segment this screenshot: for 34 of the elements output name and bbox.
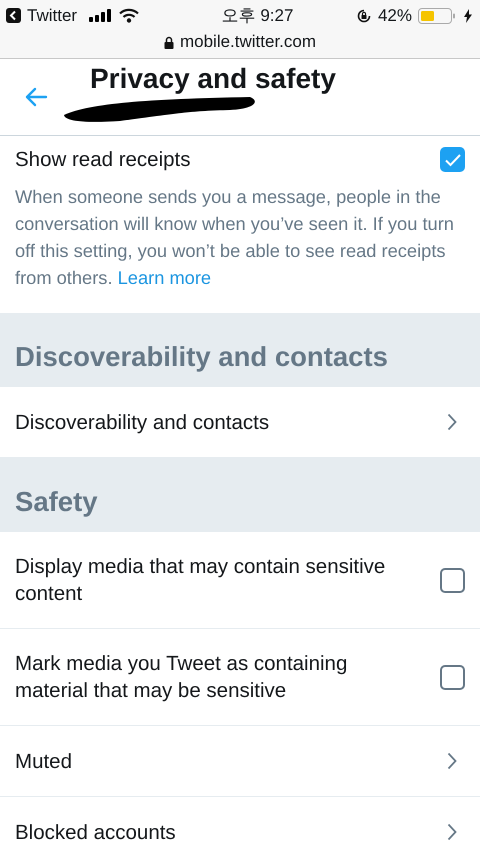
chevron-right-icon [447,413,457,431]
settings-row[interactable]: Mark media you Tweet as containing material that may be sensitive [0,629,480,726]
battery-percent: 42% [378,6,412,26]
setting-description: When someone sends you a message, people in the conversation will know when you’ve seen it. If you turn off this setting, you won’t be able to see read receipts from others. Learn more [15,185,455,290]
setting-label: Blocked accounts [15,820,176,846]
checkbox[interactable] [440,664,465,690]
back-app-icon[interactable] [6,8,21,23]
checkbox[interactable] [440,568,465,592]
setting-label: Mark media you Tweet as containing material that may be sensitive [15,651,348,704]
settings-row[interactable]: Display media that may contain sensitive content [0,532,480,629]
wifi-icon [119,8,140,23]
lock-icon [164,36,174,48]
back-arrow-icon[interactable] [24,87,48,107]
checkbox[interactable] [440,147,465,172]
checkmark-icon [444,152,462,166]
address-url[interactable]: mobile.twitter.com [180,32,316,52]
setting-label: Muted [15,748,72,774]
page-title: Privacy and safety [90,63,336,95]
charging-icon [464,8,472,22]
chevron-right-icon [447,752,457,770]
section-title: Discoverability and contacts [15,341,388,373]
rotation-lock-icon [356,8,372,24]
chevron-right-icon [447,823,457,841]
signal-icon [89,9,114,22]
section-title: Safety [15,486,98,518]
battery-icon [418,8,458,24]
setting-label: Discoverability and contacts [15,410,270,436]
back-app-label[interactable]: Twitter [27,6,78,26]
settings-row[interactable]: Muted [0,726,480,797]
setting-label: Display media that may contain sensitive content [15,554,386,607]
settings-row[interactable]: Discoverability and contacts [0,387,480,458]
settings-row[interactable]: Blocked accounts [0,797,480,852]
clock-time: 오후 9:27 [222,5,294,27]
setting-label: Show read receipts [15,147,190,173]
